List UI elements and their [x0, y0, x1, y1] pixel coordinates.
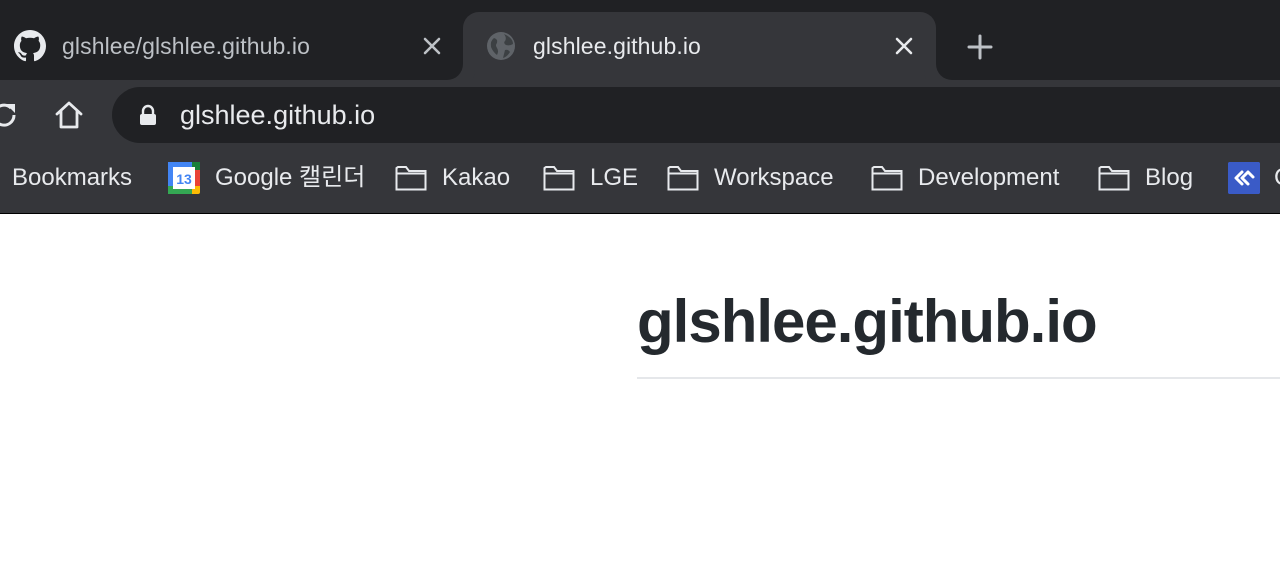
plus-icon[interactable]	[964, 31, 996, 63]
folder-icon	[871, 166, 903, 191]
folder-icon	[1098, 166, 1130, 191]
bookmark-label: LGE	[590, 164, 639, 191]
bookmark-bookmarks[interactable]: Bookmarks	[12, 148, 132, 208]
bookmark-google-calendar[interactable]: 13 Google 캘린더	[168, 148, 365, 208]
folder-icon	[543, 166, 575, 191]
bookmark-label: Blog	[1145, 164, 1194, 191]
github-icon	[14, 30, 46, 62]
page-content: glshlee.github.io	[0, 215, 1280, 588]
bookmark-label: Development	[918, 164, 1060, 191]
tab-github-repo[interactable]: glshlee/glshlee.github.io	[0, 12, 462, 80]
bookmark-folder-blog[interactable]: Blog	[1098, 148, 1193, 208]
bookmark-folder-kakao[interactable]: Kakao	[395, 148, 510, 208]
browser-toolbar: glshlee.github.io	[0, 80, 1280, 148]
bookmark-folder-lge[interactable]: LGE	[543, 148, 638, 208]
close-icon[interactable]	[420, 34, 444, 58]
bookmark-label: Bookmarks	[12, 164, 133, 191]
close-icon[interactable]	[892, 34, 916, 58]
tab-title: glshlee.github.io	[533, 33, 701, 59]
tab-github-io[interactable]: glshlee.github.io	[463, 12, 936, 80]
url-text: glshlee.github.io	[180, 100, 376, 130]
bookmark-label: Workspace	[714, 164, 834, 191]
bookmark-folder-workspace[interactable]: Workspace	[667, 148, 834, 208]
bookmark-label: Google 캘린더	[215, 164, 366, 191]
home-icon[interactable]	[52, 98, 86, 132]
folder-icon	[395, 166, 427, 191]
title-divider	[637, 377, 1280, 379]
bookmark-label: C	[1274, 164, 1280, 192]
lock-icon[interactable]	[138, 104, 158, 126]
reload-icon[interactable]	[0, 99, 20, 131]
bookmark-label: Kakao	[442, 164, 511, 191]
globe-icon	[487, 32, 515, 60]
page-title: glshlee.github.io	[637, 288, 1098, 355]
confluence-icon	[1228, 162, 1260, 194]
folder-icon	[667, 166, 699, 191]
calendar-day: 13	[176, 171, 192, 187]
bookmark-folder-development[interactable]: Development	[871, 148, 1059, 208]
address-bar[interactable]: glshlee.github.io	[112, 87, 1280, 143]
calendar-icon: 13	[168, 162, 200, 194]
bookmark-confluence[interactable]: C	[1228, 148, 1280, 208]
bookmarks-bar: Bookmarks 13 Google 캘린더 Kakao LGE Worksp…	[0, 148, 1280, 214]
tab-strip: glshlee/glshlee.github.io glshlee.github…	[0, 0, 1280, 80]
tab-title: glshlee/glshlee.github.io	[62, 33, 311, 59]
